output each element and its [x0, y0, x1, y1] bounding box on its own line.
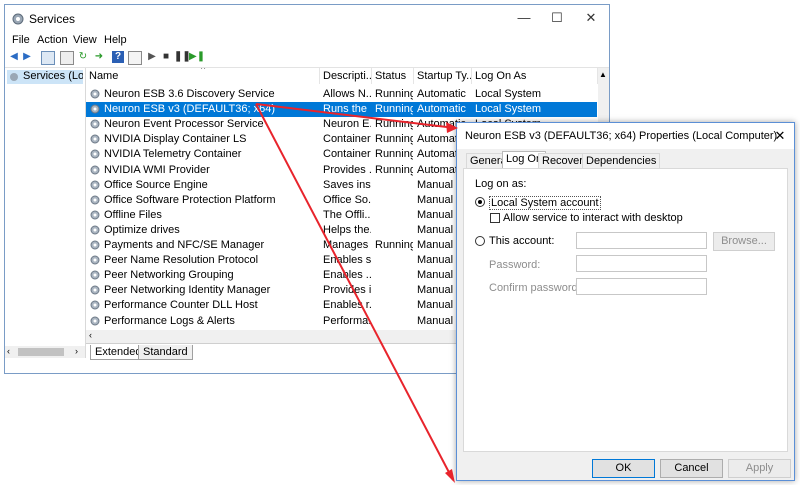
arrow-to-dialog-title	[255, 103, 458, 133]
arrow-to-dialog-bottom	[255, 103, 455, 483]
annotation-arrows	[255, 103, 458, 483]
